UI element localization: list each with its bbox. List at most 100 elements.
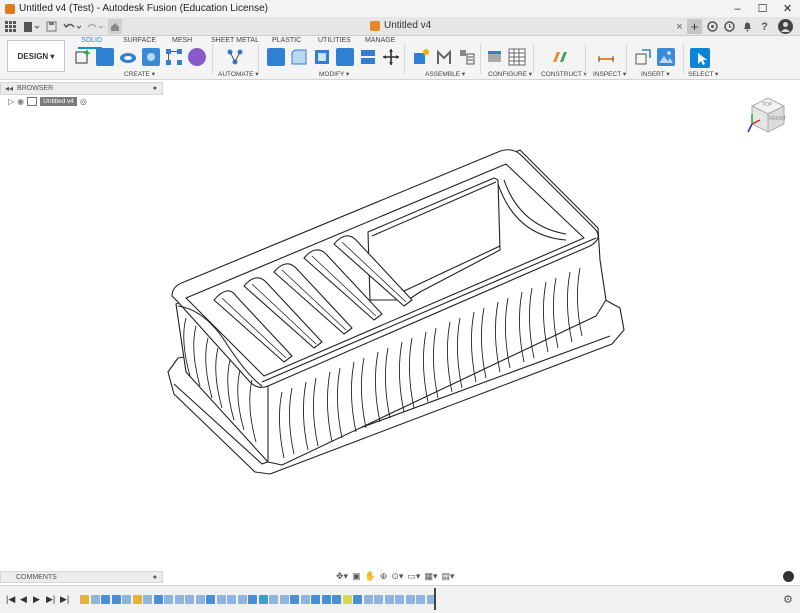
home-icon[interactable] bbox=[108, 19, 122, 34]
timeline-feature-icon[interactable] bbox=[342, 595, 352, 604]
maximize-button[interactable]: ☐ bbox=[750, 0, 775, 17]
timeline-feature-icon[interactable] bbox=[269, 595, 278, 604]
timeline-feature-icon[interactable] bbox=[374, 595, 383, 604]
browser-panel-header[interactable]: ◂◂ BROWSER ● bbox=[0, 82, 163, 95]
configure-icon[interactable] bbox=[486, 48, 504, 66]
tab-surface[interactable]: SURFACE bbox=[123, 37, 156, 44]
insert-derive-icon[interactable] bbox=[634, 48, 652, 66]
timeline-feature-icon[interactable] bbox=[384, 595, 394, 604]
timeline-feature-icon[interactable] bbox=[111, 595, 121, 604]
app-grid-icon[interactable] bbox=[3, 19, 18, 34]
browser-root-item[interactable]: ▷ ◉ Untitled v4 ◎ bbox=[8, 97, 87, 106]
user-avatar-icon[interactable] bbox=[778, 19, 793, 34]
new-component-icon[interactable] bbox=[412, 48, 430, 66]
timeline-feature-icon[interactable] bbox=[332, 595, 341, 604]
orbit-icon[interactable]: ✥▾ bbox=[336, 571, 348, 582]
pin-icon[interactable]: ● bbox=[153, 85, 157, 92]
split-body-icon[interactable] bbox=[359, 48, 377, 66]
viewcube[interactable]: FRONT TOP bbox=[744, 92, 792, 138]
workspace-dropdown[interactable]: DESIGN ▾ bbox=[7, 40, 65, 72]
as-built-joint-icon[interactable] bbox=[458, 48, 476, 66]
measure-icon[interactable] bbox=[597, 48, 615, 66]
fillet-icon[interactable] bbox=[290, 48, 308, 66]
timeline-feature-icon[interactable] bbox=[80, 595, 89, 604]
go-to-start-icon[interactable]: |◀ bbox=[6, 594, 15, 605]
close-tab-icon[interactable]: × bbox=[672, 19, 687, 34]
collapse-arrows-icon[interactable]: ◂◂ bbox=[5, 84, 13, 93]
activate-radio-icon[interactable]: ◎ bbox=[80, 97, 87, 106]
timeline-feature-icon[interactable] bbox=[143, 595, 152, 604]
combine-icon[interactable] bbox=[336, 48, 354, 66]
timeline-feature-icon[interactable] bbox=[227, 595, 236, 604]
select-group-label[interactable]: SELECT ▾ bbox=[688, 70, 718, 78]
look-at-icon[interactable]: ▣ bbox=[352, 571, 361, 582]
insert-image-icon[interactable] bbox=[657, 48, 675, 66]
extrude-icon[interactable] bbox=[96, 48, 114, 66]
save-icon[interactable] bbox=[44, 19, 59, 34]
create-group-label[interactable]: CREATE ▾ bbox=[124, 70, 155, 78]
timeline-feature-icon[interactable] bbox=[185, 595, 194, 604]
timeline-feature-icon[interactable] bbox=[206, 595, 215, 604]
tab-mesh[interactable]: MESH bbox=[172, 37, 192, 44]
timeline-feature-icon[interactable] bbox=[195, 595, 205, 604]
timeline-feature-icon[interactable] bbox=[248, 595, 257, 604]
tab-manage[interactable]: MANAGE bbox=[365, 37, 395, 44]
timeline-feature-icon[interactable] bbox=[258, 595, 268, 604]
tab-plastic[interactable]: PLASTIC bbox=[272, 37, 301, 44]
job-status-icon[interactable] bbox=[722, 19, 737, 34]
browser-document-name[interactable]: Untitled v4 bbox=[40, 97, 77, 106]
fit-icon[interactable]: ⊙▾ bbox=[391, 571, 403, 582]
timeline-feature-icon[interactable] bbox=[311, 595, 320, 604]
tab-solid[interactable]: SOLID bbox=[81, 37, 102, 44]
offset-plane-icon[interactable] bbox=[551, 48, 569, 66]
3d-canvas[interactable]: FRONT TOP bbox=[0, 80, 800, 568]
move-copy-icon[interactable] bbox=[382, 48, 400, 66]
undo-icon[interactable] bbox=[62, 19, 82, 34]
add-comment-icon[interactable]: ● bbox=[153, 574, 157, 581]
timeline-feature-icon[interactable] bbox=[174, 595, 184, 604]
form-icon[interactable] bbox=[188, 48, 206, 66]
timeline-feature-icon[interactable] bbox=[405, 595, 415, 604]
timeline-feature-icon[interactable] bbox=[101, 595, 110, 604]
viewports-icon[interactable]: ▤▾ bbox=[441, 571, 454, 582]
press-pull-icon[interactable] bbox=[267, 48, 285, 66]
create-sketch-icon[interactable] bbox=[74, 48, 92, 66]
configuration-table-icon[interactable] bbox=[508, 48, 526, 66]
timeline-feature-icon[interactable] bbox=[90, 595, 100, 604]
timeline-feature-icon[interactable] bbox=[416, 595, 425, 604]
step-forward-icon[interactable]: ▶| bbox=[46, 594, 55, 605]
help-icon[interactable]: ? bbox=[757, 19, 772, 34]
configure-group-label[interactable]: CONFIGURE ▾ bbox=[488, 70, 532, 78]
new-tab-icon[interactable]: + bbox=[687, 19, 702, 34]
step-back-icon[interactable]: ◀ bbox=[20, 594, 27, 605]
chat-icon[interactable] bbox=[783, 571, 794, 582]
shell-icon[interactable] bbox=[313, 48, 331, 66]
timeline-settings-gear-icon[interactable]: ⚙ bbox=[783, 593, 793, 606]
timeline-feature-icon[interactable] bbox=[353, 595, 362, 604]
redo-icon[interactable] bbox=[84, 19, 104, 34]
expand-triangle-icon[interactable]: ▷ bbox=[8, 97, 14, 106]
timeline-marker[interactable] bbox=[434, 588, 436, 610]
file-menu-icon[interactable] bbox=[22, 19, 40, 34]
timeline-feature-icon[interactable] bbox=[122, 595, 131, 604]
select-icon[interactable] bbox=[690, 48, 710, 68]
timeline-feature-icon[interactable] bbox=[321, 595, 331, 604]
extensions-icon[interactable] bbox=[705, 19, 720, 34]
pattern-icon[interactable] bbox=[165, 48, 183, 66]
construct-group-label[interactable]: CONSTRUCT ▾ bbox=[541, 70, 587, 78]
display-settings-icon[interactable]: ▭▾ bbox=[407, 571, 420, 582]
assemble-group-label[interactable]: ASSEMBLE ▾ bbox=[425, 70, 465, 78]
grid-settings-icon[interactable]: ▦▾ bbox=[424, 571, 437, 582]
revolve-icon[interactable] bbox=[119, 48, 137, 66]
timeline-feature-icon[interactable] bbox=[363, 595, 373, 604]
insert-group-label[interactable]: INSERT ▾ bbox=[641, 70, 670, 78]
tab-sheet-metal[interactable]: SHEET METAL bbox=[211, 37, 259, 44]
play-icon[interactable]: ▶ bbox=[33, 594, 40, 605]
timeline-feature-icon[interactable] bbox=[153, 595, 163, 604]
joint-icon[interactable] bbox=[435, 48, 453, 66]
timeline-feature-icon[interactable] bbox=[164, 595, 173, 604]
document-tab[interactable]: Untitled v4 bbox=[370, 20, 431, 31]
notifications-icon[interactable] bbox=[740, 19, 755, 34]
visibility-eye-icon[interactable]: ◉ bbox=[17, 97, 24, 106]
go-to-end-icon[interactable]: ▶| bbox=[60, 594, 69, 605]
